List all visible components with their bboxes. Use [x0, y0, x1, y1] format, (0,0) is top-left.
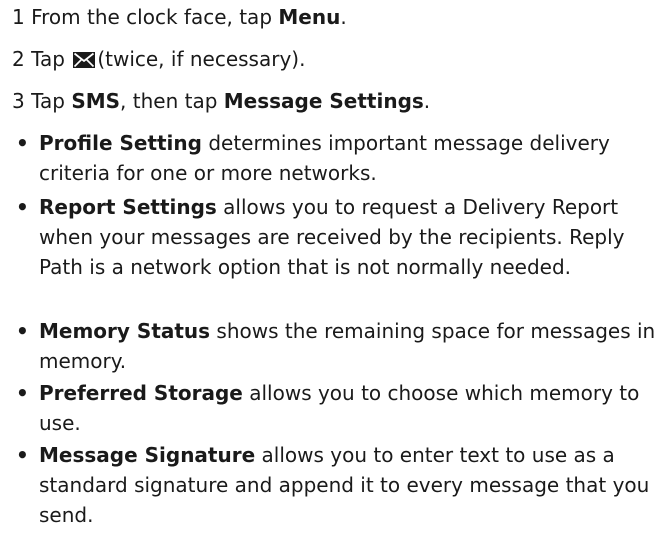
bullet-term: Preferred Storage	[39, 381, 243, 405]
bullet-report-settings: • Report Settings allows you to request …	[16, 192, 656, 282]
step-number: 3	[12, 89, 25, 113]
step-number: 1	[12, 5, 25, 29]
bullet-profile-setting: • Profile Setting determines important m…	[16, 128, 656, 188]
bullet-message-signature: • Message Signature allows you to enter …	[16, 440, 656, 530]
step-text: Tap	[31, 47, 65, 71]
step-text-end: .	[423, 89, 431, 113]
bullet-memory-status: • Memory Status shows the remaining spac…	[16, 316, 656, 376]
step-text-end: .	[340, 5, 347, 29]
bullet-dot: •	[16, 319, 29, 343]
step-text: From the clock face, tap	[31, 5, 279, 29]
step-text-end: (twice, if necessary).	[97, 47, 306, 71]
bullet-term: Message Signature	[39, 443, 256, 467]
step-number: 2	[12, 47, 25, 71]
bullet-text: Profile Setting determines important mes…	[39, 128, 656, 188]
bullet-term: Profile Setting	[39, 131, 202, 155]
envelope-icon	[73, 48, 96, 74]
bullet-dot: •	[16, 381, 29, 405]
bullet-dot: •	[16, 443, 29, 467]
bullet-text: Memory Status shows the remaining space …	[39, 316, 656, 376]
step-keyword-2: Message Settings	[223, 89, 424, 113]
step-keyword: SMS	[71, 89, 121, 113]
step-1: 1 From the clock face, tap Menu.	[12, 4, 347, 30]
bullet-dot: •	[16, 195, 29, 219]
bullet-text: Preferred Storage allows you to choose w…	[39, 378, 656, 438]
bullet-term: Report Settings	[39, 195, 217, 219]
step-2: 2 Tap (twice, if necessary).	[12, 46, 305, 74]
bullet-text: Message Signature allows you to enter te…	[39, 440, 656, 530]
instructions-document: 1 From the clock face, tap Menu. 2 Tap (…	[0, 0, 672, 550]
step-text: Tap	[31, 89, 72, 113]
bullet-term: Memory Status	[39, 319, 211, 343]
step-3: 3 Tap SMS, then tap Message Settings.	[12, 88, 430, 114]
bullet-preferred-storage: • Preferred Storage allows you to choose…	[16, 378, 656, 438]
bullet-dot: •	[16, 131, 29, 155]
step-text-middle: , then tap	[120, 89, 224, 113]
bullet-text: Report Settings allows you to request a …	[39, 192, 656, 282]
step-keyword: Menu	[278, 5, 341, 29]
